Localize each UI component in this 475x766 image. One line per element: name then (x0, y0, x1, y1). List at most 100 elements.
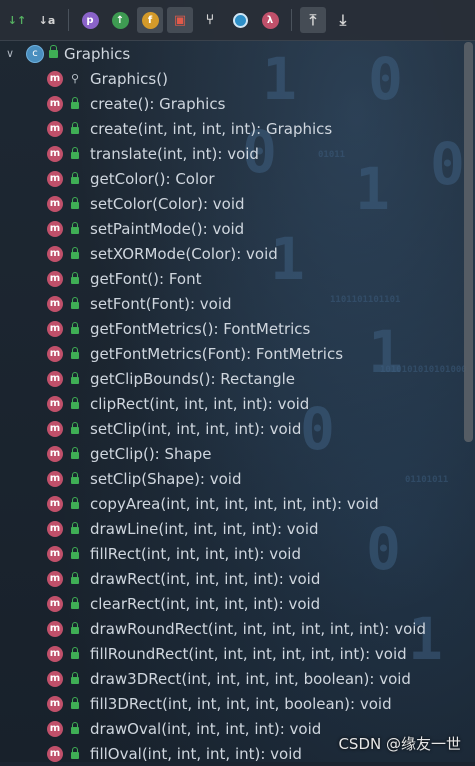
method-icon: m (47, 720, 63, 737)
method-row[interactable]: m clipRect(int, int, int, int): void (0, 391, 462, 416)
sort-alphabetically-icon[interactable]: ↓a (34, 7, 60, 33)
method-icon: m (47, 370, 63, 387)
public-lock-icon (70, 497, 80, 509)
method-icon: m (47, 495, 63, 512)
method-icon: m (47, 695, 63, 712)
method-label: setFont(Font): void (90, 294, 232, 313)
public-lock-icon (70, 672, 80, 684)
method-icon: m (47, 520, 63, 537)
method-row[interactable]: m create(): Graphics (0, 91, 462, 116)
method-icon: m (47, 570, 63, 587)
show-lambda-icon[interactable]: λ (257, 7, 283, 33)
show-lambdas-icon[interactable]: ⑂ (197, 7, 223, 33)
public-lock-icon (70, 297, 80, 309)
public-lock-icon (70, 272, 80, 284)
method-row[interactable]: m fillRoundRect(int, int, int, int, int, … (0, 641, 462, 666)
show-fields-icon[interactable]: f (137, 7, 163, 33)
public-lock-icon (70, 722, 80, 734)
method-row[interactable]: m getClip(): Shape (0, 441, 462, 466)
public-lock-icon (49, 44, 58, 58)
method-row[interactable]: m fill3DRect(int, int, int, int, boolean)… (0, 691, 462, 716)
method-label: Graphics() (90, 69, 168, 88)
expand-all-icon[interactable]: ⤒ (300, 7, 326, 33)
method-row[interactable]: m setXORMode(Color): void (0, 241, 462, 266)
method-row[interactable]: m drawRoundRect(int, int, int, int, int, … (0, 616, 462, 641)
public-lock-icon (70, 372, 80, 384)
public-lock-icon (70, 597, 80, 609)
method-label: setClip(int, int, int, int): void (90, 419, 302, 438)
method-icon: m (47, 95, 63, 112)
tree-root-row[interactable]: ∨ c Graphics (0, 41, 462, 66)
method-icon: m (47, 170, 63, 187)
method-label: setClip(Shape): void (90, 469, 242, 488)
structure-toolbar: ↓↑ ↓a p ↑ f ▣ ⑂ λ ⤒ ⤓ (0, 0, 475, 41)
root-class-label: Graphics (64, 44, 131, 63)
public-lock-icon (70, 397, 80, 409)
method-icon: m (47, 670, 63, 687)
method-icon: m (47, 245, 63, 262)
method-label: clearRect(int, int, int, int): void (90, 594, 321, 613)
method-row[interactable]: m drawLine(int, int, int, int): void (0, 516, 462, 541)
method-row[interactable]: m getClipBounds(): Rectangle (0, 366, 462, 391)
method-row[interactable]: m setFont(Font): void (0, 291, 462, 316)
method-icon: m (47, 270, 63, 287)
method-icon: m (47, 195, 63, 212)
method-row[interactable]: m drawRect(int, int, int, int): void (0, 566, 462, 591)
method-icon: m (47, 745, 63, 762)
method-label: getColor(): Color (90, 169, 215, 188)
method-row[interactable]: m getFont(): Font (0, 266, 462, 291)
method-row[interactable]: m ⚲ Graphics() (0, 66, 462, 91)
public-lock-icon (70, 247, 80, 259)
method-row[interactable]: m fillRect(int, int, int, int): void (0, 541, 462, 566)
method-icon: m (47, 70, 63, 87)
method-row[interactable]: m create(int, int, int, int): Graphics (0, 116, 462, 141)
show-anonymous-icon[interactable] (227, 7, 253, 33)
method-icon: m (47, 545, 63, 562)
method-icon: m (47, 420, 63, 437)
method-icon: m (47, 220, 63, 237)
method-row[interactable]: m clearRect(int, int, int, int): void (0, 591, 462, 616)
show-properties-icon[interactable]: p (77, 7, 103, 33)
method-icon: m (47, 595, 63, 612)
method-row[interactable]: m getFontMetrics(): FontMetrics (0, 316, 462, 341)
method-label: getFontMetrics(): FontMetrics (90, 319, 311, 338)
method-row[interactable]: m getColor(): Color (0, 166, 462, 191)
toolbar-divider (291, 9, 292, 31)
method-icon: m (47, 345, 63, 362)
method-row[interactable]: m draw3DRect(int, int, int, int, boolean)… (0, 666, 462, 691)
method-row[interactable]: m setClip(Shape): void (0, 466, 462, 491)
public-lock-icon (70, 747, 80, 759)
method-label: clipRect(int, int, int, int): void (90, 394, 310, 413)
method-icon: m (47, 295, 63, 312)
method-label: create(): Graphics (90, 94, 226, 113)
public-lock-icon (70, 422, 80, 434)
method-row[interactable]: m translate(int, int): void (0, 141, 462, 166)
method-label: copyArea(int, int, int, int, int, int): … (90, 494, 379, 513)
public-lock-icon (70, 147, 80, 159)
method-row[interactable]: m getFontMetrics(Font): FontMetrics (0, 341, 462, 366)
method-label: getFont(): Font (90, 269, 202, 288)
show-non-public-icon[interactable]: ▣ (167, 7, 193, 33)
method-row[interactable]: m copyArea(int, int, int, int, int, int):… (0, 491, 462, 516)
method-icon: m (47, 145, 63, 162)
public-lock-icon (70, 547, 80, 559)
method-label: setPaintMode(): void (90, 219, 245, 238)
vertical-scrollbar[interactable] (464, 42, 473, 442)
public-lock-icon (70, 197, 80, 209)
method-icon: m (47, 620, 63, 637)
method-icon: m (47, 395, 63, 412)
public-lock-icon (70, 522, 80, 534)
method-label: setXORMode(Color): void (90, 244, 278, 263)
method-row[interactable]: m setPaintMode(): void (0, 216, 462, 241)
sort-by-visibility-icon[interactable]: ↓↑ (4, 7, 30, 33)
public-lock-icon (70, 97, 80, 109)
method-icon: m (47, 470, 63, 487)
chevron-down-icon[interactable]: ∨ (2, 47, 18, 60)
public-lock-icon (70, 647, 80, 659)
collapse-all-icon[interactable]: ⤓ (330, 7, 356, 33)
method-row[interactable]: m setColor(Color): void (0, 191, 462, 216)
method-row[interactable]: m setClip(int, int, int, int): void (0, 416, 462, 441)
method-label: drawRect(int, int, int, int): void (90, 569, 321, 588)
method-icon: m (47, 445, 63, 462)
show-inherited-icon[interactable]: ↑ (107, 7, 133, 33)
